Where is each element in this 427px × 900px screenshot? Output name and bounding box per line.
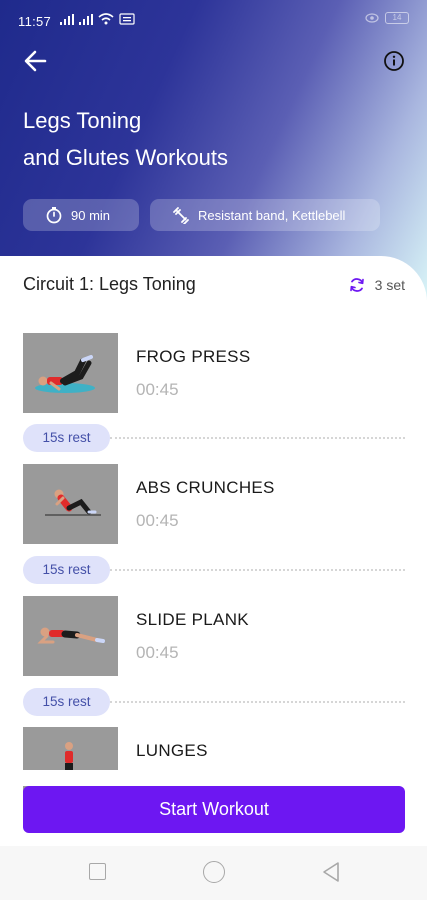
- back-button[interactable]: [20, 46, 52, 76]
- rest-badge: 15s rest: [23, 424, 110, 452]
- dotted-separator: [110, 437, 405, 439]
- home-button[interactable]: [203, 861, 225, 883]
- rest-badge: 15s rest: [23, 556, 110, 584]
- equipment-chip: Resistant band, Kettlebell: [150, 199, 380, 231]
- rest-divider: 15s rest: [23, 556, 405, 584]
- list-bottom-mask: [0, 770, 427, 786]
- stopwatch-icon: [46, 207, 62, 224]
- nav-back-icon[interactable]: [321, 861, 341, 883]
- exercise-duration: 00:45: [136, 643, 179, 662]
- dumbbell-icon: [173, 207, 189, 224]
- wifi-icon: [98, 13, 114, 25]
- battery-indicator: 14: [385, 12, 409, 24]
- exercise-name: FROG PRESS: [136, 347, 251, 366]
- signal-icons: [60, 13, 135, 25]
- info-icon: [384, 51, 404, 71]
- volte-icon: [119, 13, 135, 25]
- navigation-bar: [0, 846, 427, 900]
- exercise-item[interactable]: FROG PRESS 00:45: [23, 333, 405, 413]
- equipment-label: Resistant band, Kettlebell: [198, 207, 346, 223]
- exercise-item[interactable]: SLIDE PLANK 00:45: [23, 596, 405, 676]
- recents-button[interactable]: [89, 863, 106, 880]
- exercise-item[interactable]: ABS CRUNCHES 00:45: [23, 464, 405, 544]
- exercise-thumbnail: [23, 333, 118, 413]
- sets-label: 3 set: [374, 277, 405, 293]
- status-bar: 11:57 14: [0, 0, 427, 44]
- status-right: 14: [365, 12, 409, 24]
- sets-indicator: 3 set: [348, 276, 405, 294]
- signal-icon-2: [79, 14, 93, 25]
- exercise-name: LUNGES: [136, 741, 208, 760]
- rest-divider: 15s rest: [23, 688, 405, 716]
- page-title: Legs Toning and Glutes Workouts: [23, 102, 228, 176]
- frog-press-illustration: [23, 333, 118, 413]
- duration-chip: 90 min: [23, 199, 139, 231]
- title-line-1: Legs Toning: [23, 108, 142, 133]
- dotted-separator: [110, 701, 405, 703]
- signal-icon: [60, 14, 74, 25]
- exercise-duration: 00:45: [136, 511, 179, 530]
- abs-crunches-illustration: [23, 464, 118, 544]
- repeat-icon: [349, 278, 364, 292]
- rest-badge: 15s rest: [23, 688, 110, 716]
- circuit-title: Circuit 1: Legs Toning: [23, 274, 196, 294]
- exercise-name: SLIDE PLANK: [136, 610, 249, 629]
- slide-plank-illustration: [23, 596, 118, 676]
- dotted-separator: [110, 569, 405, 571]
- title-line-2: and Glutes Workouts: [23, 145, 229, 170]
- exercise-duration: 00:45: [136, 380, 179, 399]
- back-arrow-icon: [24, 50, 47, 72]
- rest-divider: 15s rest: [23, 424, 405, 452]
- eye-icon: [365, 13, 379, 23]
- status-time: 11:57: [18, 14, 52, 29]
- info-button[interactable]: [380, 47, 408, 75]
- exercise-name: ABS CRUNCHES: [136, 478, 275, 497]
- exercise-thumbnail: [23, 596, 118, 676]
- exercise-thumbnail: [23, 464, 118, 544]
- start-workout-button[interactable]: Start Workout: [23, 786, 405, 833]
- duration-label: 90 min: [71, 207, 111, 223]
